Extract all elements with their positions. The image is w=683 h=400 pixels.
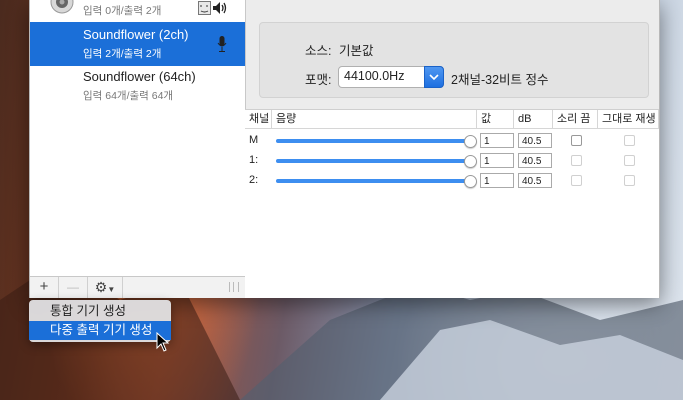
menu-item-label: 다중 출력 기기 생성: [50, 323, 153, 337]
column-header-mute: 소리 끔: [553, 110, 598, 129]
speaker-icon: [213, 2, 227, 14]
menu-item-create-aggregate-device[interactable]: 통합 기기 생성: [29, 302, 171, 321]
column-header-thru: 그대로 재생: [598, 110, 659, 129]
value-field[interactable]: 1: [480, 133, 514, 148]
add-device-button[interactable]: +: [30, 277, 59, 298]
source-label: 소스:: [305, 44, 332, 58]
channel-label: M: [249, 134, 259, 146]
volume-slider-track[interactable]: [276, 139, 468, 143]
mute-checkbox[interactable]: [571, 175, 582, 186]
device-name: Soundflower (2ch): [83, 27, 189, 42]
device-item-builtin-output[interactable]: 입력 0개/출력 2개: [30, 0, 245, 22]
microphone-icon: [217, 36, 227, 52]
channel-volume-table: 채널 음량 값 dB 소리 끔 그대로 재생 M 1 40.5 1: 1 40.…: [245, 109, 659, 298]
db-field[interactable]: 40.5: [518, 153, 552, 168]
audio-midi-window: 입력 0개/출력 2개 Soundflower (2ch) 입력 2개/출력 2…: [29, 0, 660, 298]
column-header-volume: 음량: [272, 110, 477, 129]
gear-menu-button[interactable]: ⚙▼: [88, 277, 123, 298]
volume-slider-knob[interactable]: [464, 135, 477, 148]
mouse-cursor-icon: [156, 332, 170, 352]
finder-icon: [198, 1, 211, 15]
value-field[interactable]: 1: [480, 153, 514, 168]
device-io-label: 입력 2개/출력 2개: [83, 48, 162, 60]
mute-checkbox[interactable]: [571, 135, 582, 146]
device-sidebar: 입력 0개/출력 2개 Soundflower (2ch) 입력 2개/출력 2…: [30, 0, 246, 276]
device-item-soundflower-2ch[interactable]: Soundflower (2ch) 입력 2개/출력 2개: [30, 22, 245, 66]
gear-icon: ⚙: [94, 279, 108, 295]
mute-checkbox[interactable]: [571, 155, 582, 166]
device-name: Soundflower (64ch): [83, 69, 196, 84]
channel-label: 2:: [249, 174, 259, 186]
speaker-device-icon: [50, 0, 74, 14]
column-header-value: 값: [477, 110, 514, 129]
column-header-channel: 채널: [245, 110, 272, 129]
thru-checkbox[interactable]: [624, 135, 635, 146]
bit-format-label: 2채널-32비트 정수: [451, 73, 549, 87]
sample-rate-value: 44100.0Hz: [344, 69, 405, 83]
device-item-soundflower-64ch[interactable]: Soundflower (64ch) 입력 64개/출력 64개: [30, 66, 245, 110]
thru-checkbox[interactable]: [624, 155, 635, 166]
volume-slider-track[interactable]: [276, 159, 468, 163]
remove-device-button[interactable]: —: [59, 277, 88, 298]
resize-grip-icon[interactable]: [229, 282, 239, 292]
column-header-db: dB: [514, 110, 553, 129]
device-io-label: 입력 0개/출력 2개: [83, 5, 162, 17]
format-panel: 소스: 기본값 포맷: 44100.0Hz 2채널-32비트 정수: [259, 22, 649, 98]
source-value: 기본값: [339, 44, 374, 58]
device-io-label: 입력 64개/출력 64개: [83, 90, 174, 102]
menu-item-create-multi-output-device[interactable]: 다중 출력 기기 생성: [29, 321, 171, 340]
add-device-context-menu: 통합 기기 생성 다중 출력 기기 생성: [29, 300, 171, 342]
value-field[interactable]: 1: [480, 173, 514, 188]
volume-slider-knob[interactable]: [464, 155, 477, 168]
chevron-down-icon: [424, 66, 444, 88]
chevron-down-icon: ▼: [107, 285, 116, 294]
thru-checkbox[interactable]: [624, 175, 635, 186]
sample-rate-select[interactable]: 44100.0Hz: [338, 66, 444, 88]
menu-item-label: 통합 기기 생성: [50, 304, 126, 318]
db-field[interactable]: 40.5: [518, 173, 552, 188]
volume-slider-knob[interactable]: [464, 175, 477, 188]
format-label: 포맷:: [305, 73, 332, 87]
channel-label: 1:: [249, 154, 259, 166]
db-field[interactable]: 40.5: [518, 133, 552, 148]
sidebar-toolbar: + — ⚙▼: [30, 276, 246, 298]
volume-slider-track[interactable]: [276, 179, 468, 183]
